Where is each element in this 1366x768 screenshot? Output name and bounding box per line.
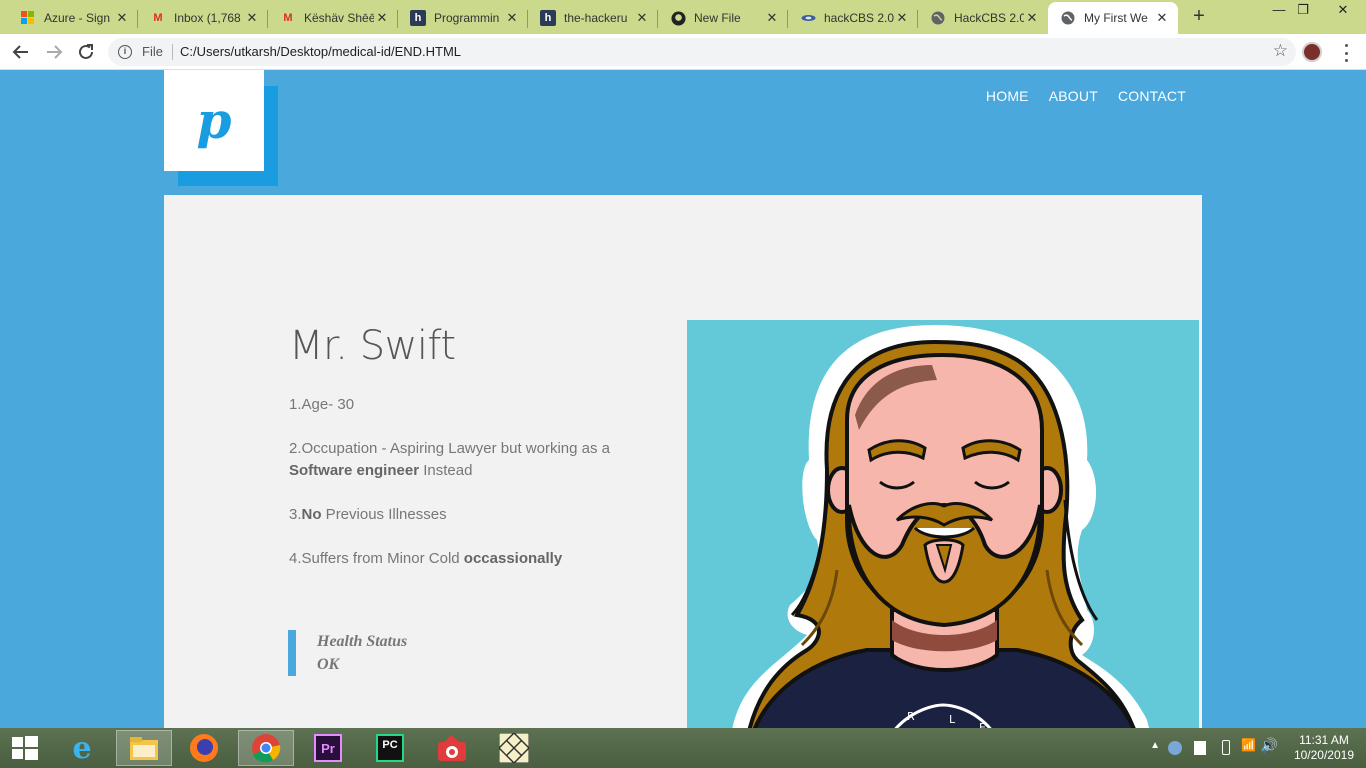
pattern-app-icon[interactable] bbox=[486, 730, 542, 766]
internet-explorer-icon[interactable]: e bbox=[54, 730, 110, 766]
reload-button[interactable] bbox=[74, 40, 98, 64]
tab-title: Azure - Sign bbox=[44, 11, 111, 25]
premiere-pro-icon[interactable]: Pr bbox=[300, 730, 356, 766]
person-name: Mr. Swift bbox=[289, 323, 456, 369]
volume-icon[interactable]: 🔊 bbox=[1261, 737, 1278, 754]
tab-title: Këshäv Shēē bbox=[304, 11, 374, 25]
file-explorer-icon[interactable] bbox=[116, 730, 172, 766]
start-button[interactable] bbox=[0, 730, 50, 766]
microsoft-icon bbox=[20, 10, 36, 26]
tab-title: Inbox (1,768 bbox=[174, 11, 241, 25]
github-icon bbox=[670, 10, 686, 26]
tray-file-icon[interactable] bbox=[1194, 741, 1206, 755]
tab-title: New File bbox=[694, 11, 741, 25]
browser-tab[interactable]: h Programmin ✕ bbox=[398, 2, 528, 34]
browser-tab[interactable]: Azure - Sign ✕ bbox=[8, 2, 138, 34]
globe-icon bbox=[930, 10, 946, 26]
tab-close-icon[interactable]: ✕ bbox=[504, 10, 520, 26]
health-status: Health Status OK bbox=[288, 630, 407, 676]
system-clock[interactable]: 11:31 AM 10/20/2019 bbox=[1294, 733, 1354, 763]
fact-illnesses: 3.No Previous Illnesses bbox=[289, 506, 447, 523]
tab-title: hackCBS 2.0 bbox=[824, 11, 894, 25]
nav-home[interactable]: HOME bbox=[986, 88, 1029, 104]
browser-tab-active[interactable]: My First We ✕ bbox=[1048, 2, 1178, 34]
tab-close-icon[interactable]: ✕ bbox=[1024, 10, 1040, 26]
browser-tab-strip: Azure - Sign ✕ M Inbox (1,768 ✕ M Këshäv… bbox=[0, 0, 1366, 34]
avatar-illustration: R L E bbox=[687, 320, 1199, 728]
tab-close-icon[interactable]: ✕ bbox=[894, 10, 910, 26]
forward-arrow-icon bbox=[47, 45, 63, 59]
health-status-value: OK bbox=[317, 656, 340, 673]
tab-title: My First We bbox=[1084, 11, 1148, 25]
hackerrank-icon: h bbox=[540, 10, 556, 26]
logo-letter: p bbox=[196, 91, 232, 150]
scheme-label: File bbox=[142, 44, 163, 59]
address-bar[interactable]: i File C:/Users/utkarsh/Desktop/medical-… bbox=[108, 38, 1296, 66]
back-button[interactable] bbox=[9, 40, 33, 64]
tab-title: HackCBS 2.0 bbox=[954, 11, 1024, 25]
tab-close-icon[interactable]: ✕ bbox=[634, 10, 650, 26]
web-page: p HOME ABOUT CONTACT Mr. Swift 1.Age- 30… bbox=[0, 70, 1366, 728]
svg-text:R: R bbox=[907, 710, 915, 723]
site-logo[interactable]: p bbox=[164, 70, 264, 171]
browser-tab[interactable]: M Inbox (1,768 ✕ bbox=[138, 2, 268, 34]
tab-close-icon[interactable]: ✕ bbox=[764, 10, 780, 26]
clock-time: 11:31 AM bbox=[1299, 733, 1349, 747]
windows-start-icon bbox=[12, 736, 38, 760]
browser-tab[interactable]: M Këshäv Shēē ✕ bbox=[268, 2, 398, 34]
hackcbs-icon bbox=[800, 10, 816, 26]
menu-kebab-icon[interactable] bbox=[1343, 44, 1349, 62]
browser-tab[interactable]: HackCBS 2.0 ✕ bbox=[918, 2, 1048, 34]
show-hidden-icons-icon[interactable]: ▲ bbox=[1150, 740, 1160, 751]
site-nav: HOME ABOUT CONTACT bbox=[986, 88, 1186, 104]
tab-title: the-hackeru bbox=[564, 11, 628, 25]
pycharm-icon[interactable]: PC bbox=[362, 730, 418, 766]
chrome-icon[interactable] bbox=[238, 730, 294, 766]
camera-app-icon[interactable] bbox=[424, 730, 480, 766]
browser-toolbar: i File C:/Users/utkarsh/Desktop/medical-… bbox=[0, 34, 1366, 70]
firefox-icon[interactable] bbox=[176, 730, 232, 766]
gmail-icon: M bbox=[153, 12, 163, 24]
new-tab-button[interactable]: + bbox=[1188, 5, 1210, 27]
browser-tab[interactable]: h the-hackeru ✕ bbox=[528, 2, 658, 34]
browser-tab[interactable]: hackCBS 2.0 ✕ bbox=[788, 2, 918, 34]
svg-text:L: L bbox=[949, 713, 956, 726]
network-signal-icon[interactable]: 📶 bbox=[1241, 738, 1256, 752]
close-window-icon[interactable]: ✕ bbox=[1320, 0, 1366, 22]
profile-avatar[interactable] bbox=[1302, 42, 1322, 62]
tab-close-icon[interactable]: ✕ bbox=[374, 10, 390, 26]
forward-button[interactable] bbox=[42, 40, 66, 64]
fact-age: 1.Age- 30 bbox=[289, 396, 355, 413]
windows-taskbar: e Pr PC ▲ 📶 🔊 11:31 AM 10/20/2019 bbox=[0, 728, 1366, 768]
tray-app-icon[interactable] bbox=[1168, 741, 1182, 755]
tab-close-icon[interactable]: ✕ bbox=[1154, 10, 1170, 26]
profile-card: Mr. Swift 1.Age- 30 2.Occupation - Aspir… bbox=[164, 195, 1202, 728]
battery-icon[interactable] bbox=[1222, 740, 1230, 755]
hackerrank-icon: h bbox=[410, 10, 426, 26]
back-arrow-icon bbox=[12, 45, 28, 59]
tab-close-icon[interactable]: ✕ bbox=[114, 10, 130, 26]
info-icon[interactable]: i bbox=[118, 45, 132, 59]
globe-icon bbox=[1060, 10, 1076, 26]
tab-title: Programmin bbox=[434, 11, 500, 25]
health-status-label: Health Status bbox=[317, 633, 408, 650]
nav-about[interactable]: ABOUT bbox=[1049, 88, 1098, 104]
reload-icon bbox=[79, 44, 93, 59]
nav-contact[interactable]: CONTACT bbox=[1118, 88, 1186, 104]
fact-occupation: 2.Occupation - Aspiring Lawyer but worki… bbox=[289, 440, 610, 479]
bookmark-star-icon[interactable]: ☆ bbox=[1273, 41, 1288, 61]
fact-cold: 4.Suffers from Minor Cold occassionally bbox=[289, 550, 563, 567]
clock-date: 10/20/2019 bbox=[1293, 748, 1354, 762]
url-text[interactable]: C:/Users/utkarsh/Desktop/medical-id/END.… bbox=[180, 44, 461, 59]
svg-text:E: E bbox=[979, 721, 986, 728]
tab-close-icon[interactable]: ✕ bbox=[244, 10, 260, 26]
browser-tab[interactable]: New File ✕ bbox=[658, 2, 788, 34]
gmail-icon: M bbox=[283, 12, 293, 24]
